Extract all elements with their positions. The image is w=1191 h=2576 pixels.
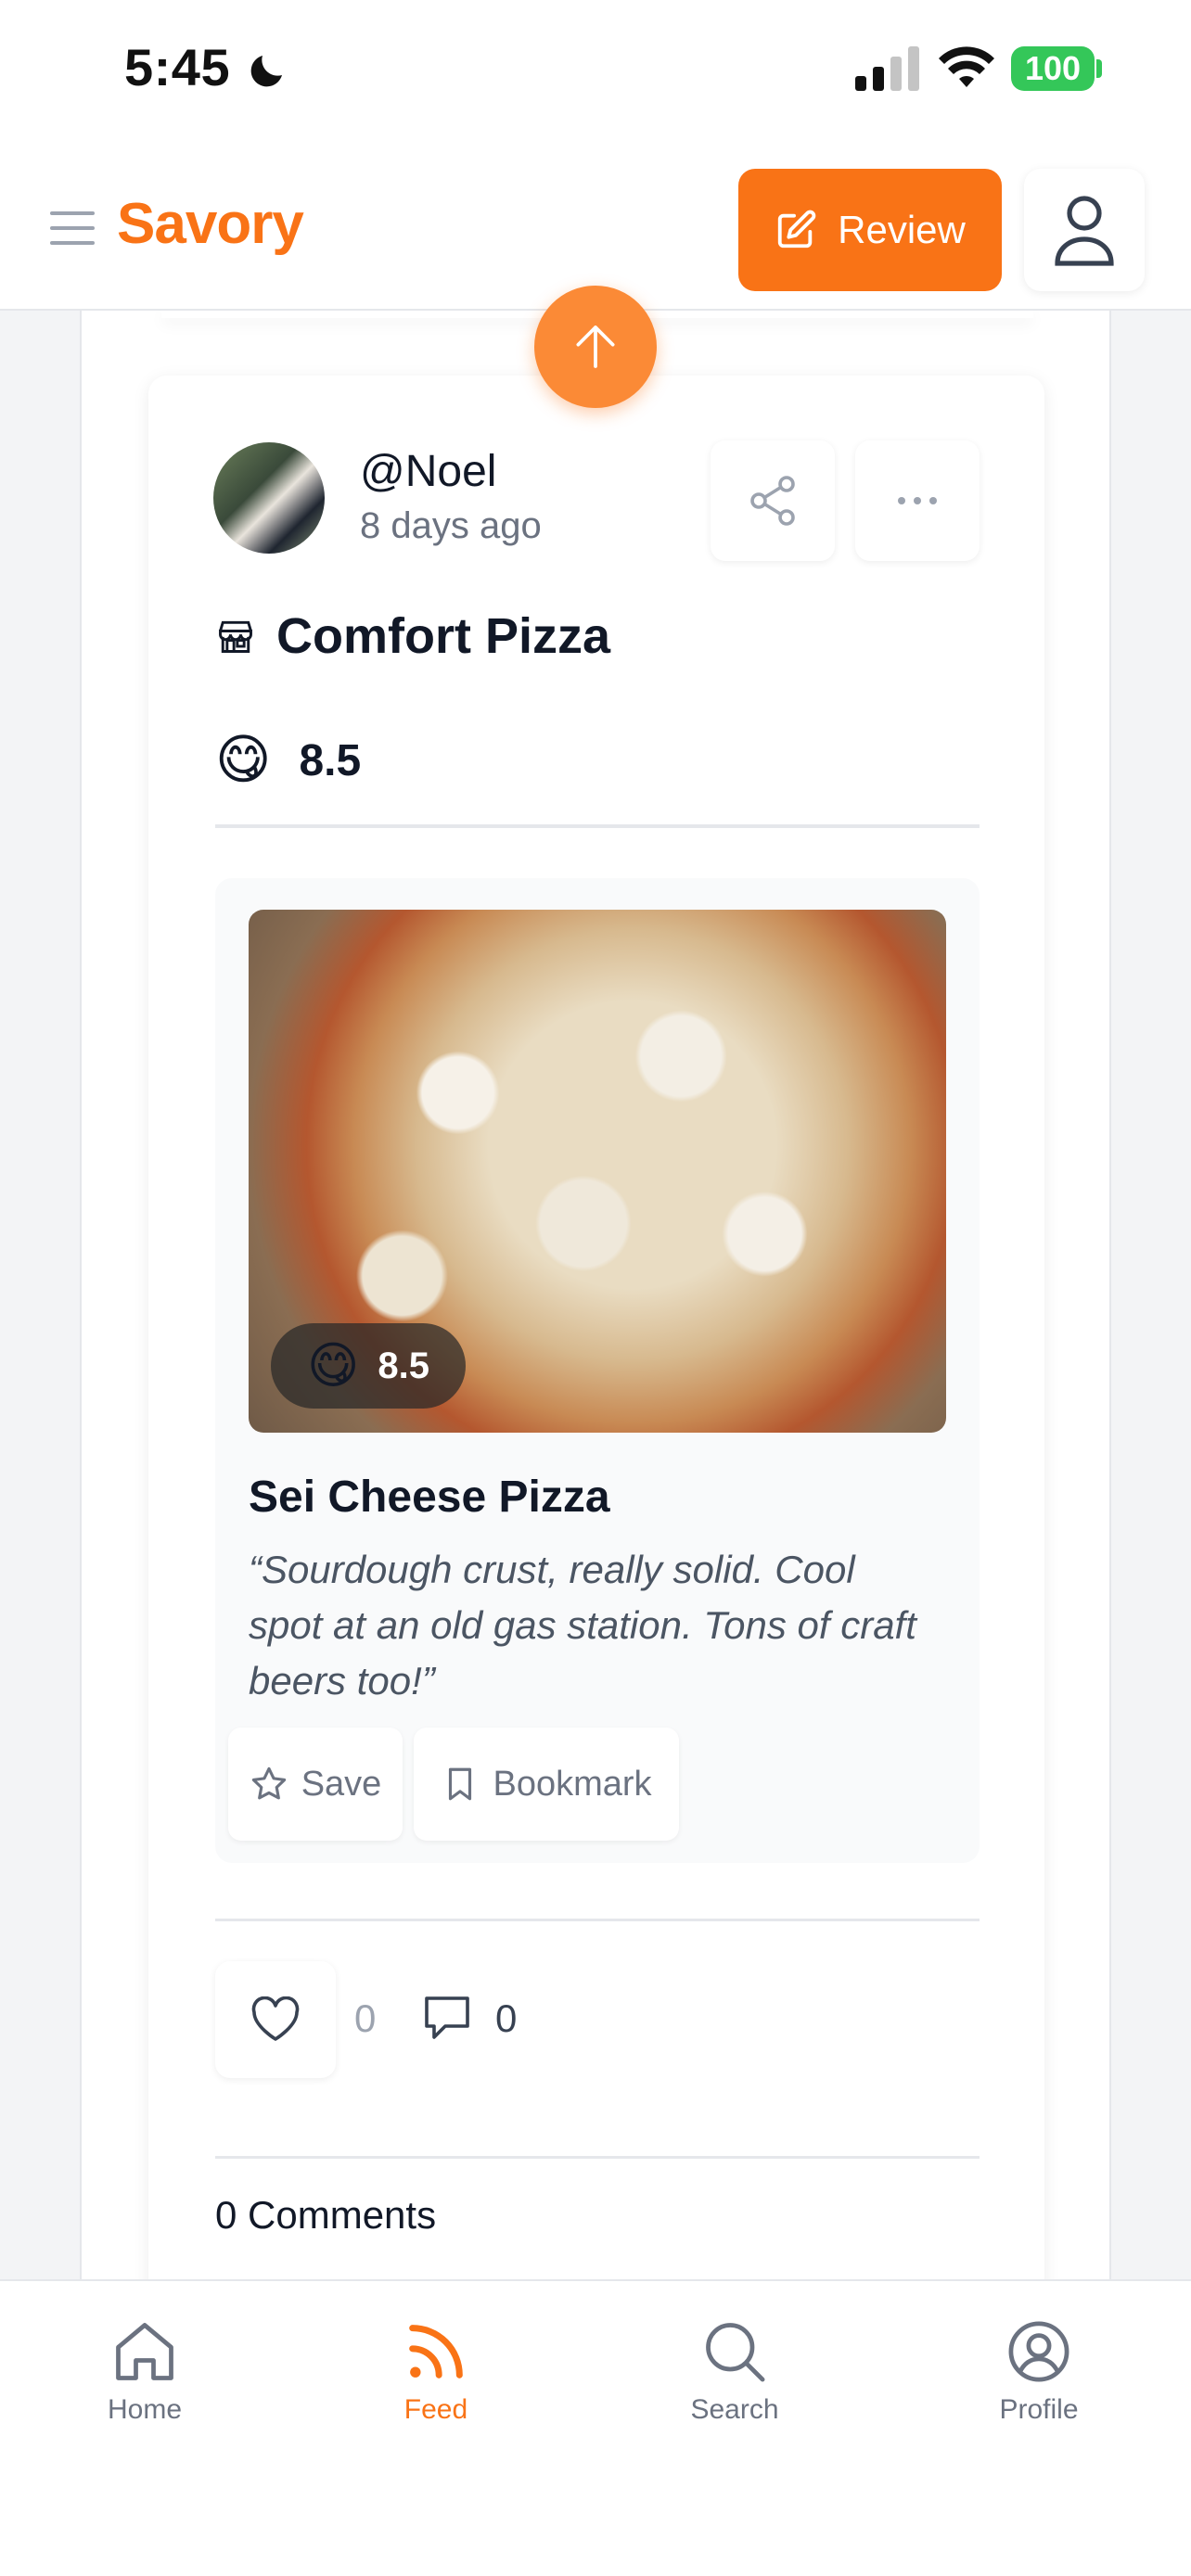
nav-feed[interactable]: Feed [343, 2316, 529, 2426]
moon-icon [250, 56, 282, 87]
post-username[interactable]: @Noel [360, 446, 496, 497]
post-card: @Noel 8 days ago Comfort Pizza 😋 8.5 😋 8… [148, 376, 1044, 2281]
bookmark-icon [449, 1767, 472, 1801]
dish-photo[interactable]: 😋 8.5 [249, 910, 946, 1433]
nav-home-label: Home [107, 2394, 183, 2425]
rss-icon [409, 2325, 463, 2378]
bookmark-button-label: Bookmark [493, 1764, 652, 1804]
scroll-to-top-button[interactable] [534, 286, 657, 408]
like-count: 0 [354, 1996, 377, 2040]
nav-search-label: Search [690, 2394, 779, 2425]
arrow-up-icon [576, 325, 615, 368]
divider [215, 824, 980, 828]
heart-icon [251, 1996, 300, 2041]
dish-card: 😋 8.5 Sei Cheese Pizza “Sourdough crust,… [215, 878, 980, 1863]
dish-review: “Sourdough crust, really solid. Cool spo… [249, 1548, 916, 1702]
signal-icon [855, 46, 919, 91]
nav-home[interactable]: Home [52, 2316, 237, 2426]
nav-feed-label: Feed [403, 2394, 468, 2425]
rating-emoji: 😋 [215, 730, 272, 790]
like-button[interactable] [215, 1961, 336, 2078]
review-button[interactable]: Review [738, 169, 1002, 291]
divider [215, 1919, 980, 1921]
bookmark-button[interactable]: Bookmark [414, 1728, 679, 1841]
search-icon [706, 2323, 765, 2382]
nav-profile[interactable]: Profile [946, 2316, 1132, 2426]
share-button[interactable] [711, 440, 835, 561]
dish-rating-emoji: 😋 [307, 1338, 360, 1394]
comment-count: 0 [495, 1996, 518, 2040]
user-icon [1055, 196, 1114, 266]
review-button-label: Review [838, 208, 966, 251]
more-icon [898, 497, 937, 504]
post-timestamp: 8 days ago [360, 505, 542, 546]
user-menu-button[interactable] [1024, 169, 1145, 291]
dish-name: Sei Cheese Pizza [249, 1473, 610, 1522]
star-icon [251, 1766, 286, 1800]
avatar[interactable] [213, 442, 325, 554]
overall-rating: 😋 8.5 [215, 733, 361, 787]
save-button[interactable]: Save [228, 1728, 403, 1841]
battery-cap [1096, 59, 1102, 78]
feed-container: @Noel 8 days ago Comfort Pizza 😋 8.5 😋 8… [80, 311, 1111, 2281]
comment-icon[interactable] [421, 1993, 473, 2043]
more-options-button[interactable] [855, 440, 980, 561]
battery-indicator: 100 [1011, 46, 1095, 91]
share-icon [750, 476, 795, 526]
save-button-label: Save [301, 1764, 382, 1804]
edit-icon [777, 210, 816, 249]
nav-profile-label: Profile [999, 2394, 1079, 2425]
restaurant-link[interactable]: Comfort Pizza [215, 607, 610, 665]
status-time: 5:45 [124, 38, 231, 96]
store-icon [219, 620, 252, 653]
nav-search[interactable]: Search [642, 2316, 827, 2426]
app-logo[interactable]: Savory [117, 191, 304, 257]
divider [215, 2156, 980, 2159]
comments-heading: 0 Comments [215, 2193, 437, 2237]
home-icon [116, 2323, 173, 2380]
restaurant-name: Comfort Pizza [276, 608, 611, 664]
profile-icon [1008, 2321, 1069, 2382]
rating-value: 8.5 [299, 735, 362, 785]
wifi-icon [939, 46, 994, 87]
dish-rating-value: 8.5 [378, 1345, 429, 1386]
dish-rating-badge: 😋 8.5 [271, 1323, 466, 1409]
status-bar: 5:45 100 [0, 0, 1191, 148]
bottom-nav: Home Feed Search Profile [0, 2279, 1191, 2576]
menu-icon[interactable] [50, 208, 95, 249]
